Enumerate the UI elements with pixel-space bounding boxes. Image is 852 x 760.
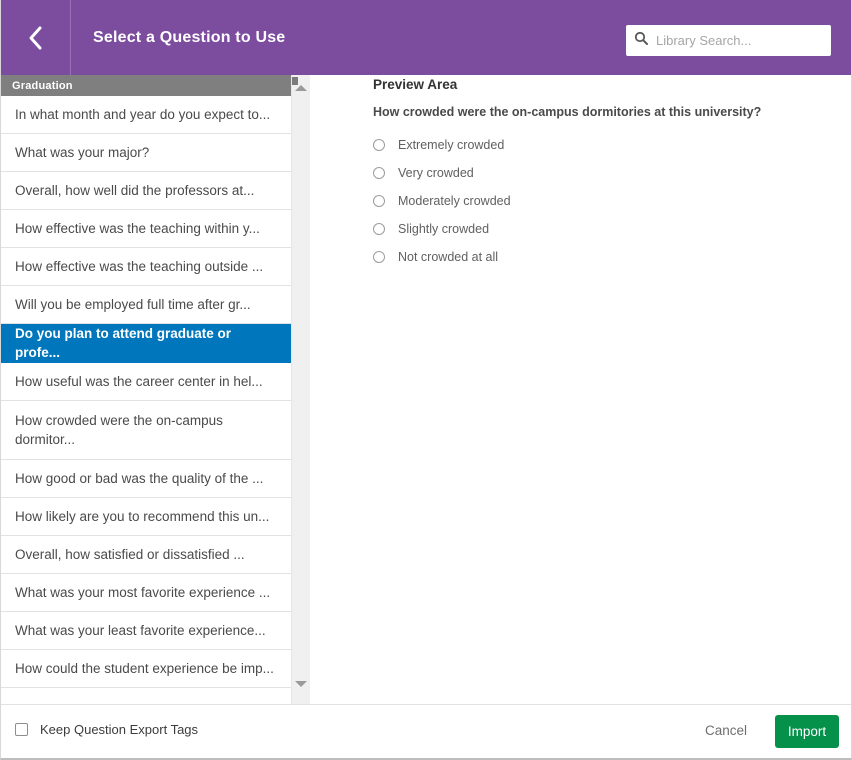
keep-export-tags-checkbox[interactable]: Keep Question Export Tags xyxy=(15,722,198,737)
preview-choice[interactable]: Very crowded xyxy=(373,159,511,187)
radio-button-icon[interactable] xyxy=(373,195,385,207)
question-list-item[interactable]: Overall, how well did the professors at.… xyxy=(1,172,291,210)
back-button[interactable] xyxy=(1,0,71,75)
question-list-item[interactable]: Overall, how satisfied or dissatisfied .… xyxy=(1,536,291,574)
search-icon xyxy=(634,31,648,50)
question-list-item[interactable]: In what month and year do you expect to.… xyxy=(1,96,291,134)
question-list: In what month and year do you expect to.… xyxy=(1,96,291,688)
radio-button-icon[interactable] xyxy=(373,167,385,179)
preview-question-text: How crowded were the on-campus dormitori… xyxy=(373,105,762,119)
chevron-left-icon xyxy=(27,24,45,52)
question-list-item[interactable]: Do you plan to attend graduate or profe.… xyxy=(1,324,291,363)
category-header: Graduation xyxy=(1,75,291,96)
preview-area-title: Preview Area xyxy=(373,77,458,92)
library-search-box[interactable] xyxy=(626,25,831,56)
preview-choice-list: Extremely crowded Very crowded Moderately … xyxy=(373,131,511,271)
import-button[interactable]: Import xyxy=(775,715,839,748)
question-list-item[interactable]: How likely are you to recommend this un.… xyxy=(1,498,291,536)
question-list-item-label: How likely are you to recommend this un.… xyxy=(15,509,270,524)
question-list-item-label: How effective was the teaching outside .… xyxy=(15,259,264,274)
question-list-item[interactable]: What was your most favorite experience .… xyxy=(1,574,291,612)
preview-choice[interactable]: Extremely crowded xyxy=(373,131,511,159)
question-list-item-label: Overall, how well did the professors at.… xyxy=(15,183,255,198)
radio-button-icon[interactable] xyxy=(373,223,385,235)
question-list-item-label: How good or bad was the quality of the .… xyxy=(15,471,264,486)
question-list-item[interactable]: How effective was the teaching within y.… xyxy=(1,210,291,248)
preview-choice-label: Extremely crowded xyxy=(398,138,505,152)
question-list-item[interactable]: How crowded were the on-campus dormitor.… xyxy=(1,401,291,460)
preview-choice-label: Moderately crowded xyxy=(398,194,511,208)
preview-choice[interactable]: Not crowded at all xyxy=(373,243,511,271)
question-list-item-label: How could the student experience be imp.… xyxy=(15,661,274,676)
question-list-item[interactable]: How effective was the teaching outside .… xyxy=(1,248,291,286)
question-list-item-label: Will you be employed full time after gr.… xyxy=(15,297,251,312)
question-list-item[interactable]: What was your major? xyxy=(1,134,291,172)
preview-choice[interactable]: Slightly crowded xyxy=(373,215,511,243)
preview-choice[interactable]: Moderately crowded xyxy=(373,187,511,215)
checkbox-box[interactable] xyxy=(15,723,28,736)
cancel-button[interactable]: Cancel xyxy=(705,723,747,738)
radio-button-icon[interactable] xyxy=(373,139,385,151)
select-question-modal: Select a Question to Use Graduation In w… xyxy=(0,0,852,760)
page-title: Select a Question to Use xyxy=(93,28,286,46)
preview-choice-label: Very crowded xyxy=(398,166,474,180)
question-list-item-label: What was your most favorite experience .… xyxy=(15,585,271,600)
modal-footer: Keep Question Export Tags Cancel Import xyxy=(1,704,851,758)
question-list-item-label: Do you plan to attend graduate or profe.… xyxy=(15,326,232,360)
modal-header: Select a Question to Use xyxy=(1,0,851,75)
question-list-item-label: How useful was the career center in hel.… xyxy=(15,374,263,389)
question-list-item[interactable]: How good or bad was the quality of the .… xyxy=(1,460,291,498)
question-list-item-label: How effective was the teaching within y.… xyxy=(15,221,260,236)
question-list-panel: Graduation In what month and year do you… xyxy=(1,75,291,704)
preview-panel: Preview Area How crowded were the on-cam… xyxy=(310,75,851,704)
search-input[interactable] xyxy=(654,32,823,49)
keep-export-tags-label: Keep Question Export Tags xyxy=(40,722,199,737)
preview-choice-label: Not crowded at all xyxy=(398,250,499,264)
question-list-item-label: What was your major? xyxy=(15,145,150,160)
question-list-item-label: What was your least favorite experience.… xyxy=(15,623,266,638)
radio-button-icon[interactable] xyxy=(373,251,385,263)
modal-body: Graduation In what month and year do you… xyxy=(1,75,851,704)
question-list-item[interactable]: How could the student experience be imp.… xyxy=(1,650,291,688)
list-scrollbar[interactable] xyxy=(291,75,310,704)
question-list-item-label: Overall, how satisfied or dissatisfied .… xyxy=(15,547,245,562)
scroll-down-arrow-icon[interactable] xyxy=(292,675,310,692)
question-list-item[interactable]: Will you be employed full time after gr.… xyxy=(1,286,291,324)
question-list-item[interactable]: How useful was the career center in hel.… xyxy=(1,363,291,401)
scroll-up-arrow-icon[interactable] xyxy=(292,79,310,96)
question-list-item-label: How crowded were the on-campus dormitor.… xyxy=(15,413,223,447)
question-list-item[interactable]: What was your least favorite experience.… xyxy=(1,612,291,650)
preview-choice-label: Slightly crowded xyxy=(398,222,490,236)
question-list-item-label: In what month and year do you expect to.… xyxy=(15,107,271,122)
